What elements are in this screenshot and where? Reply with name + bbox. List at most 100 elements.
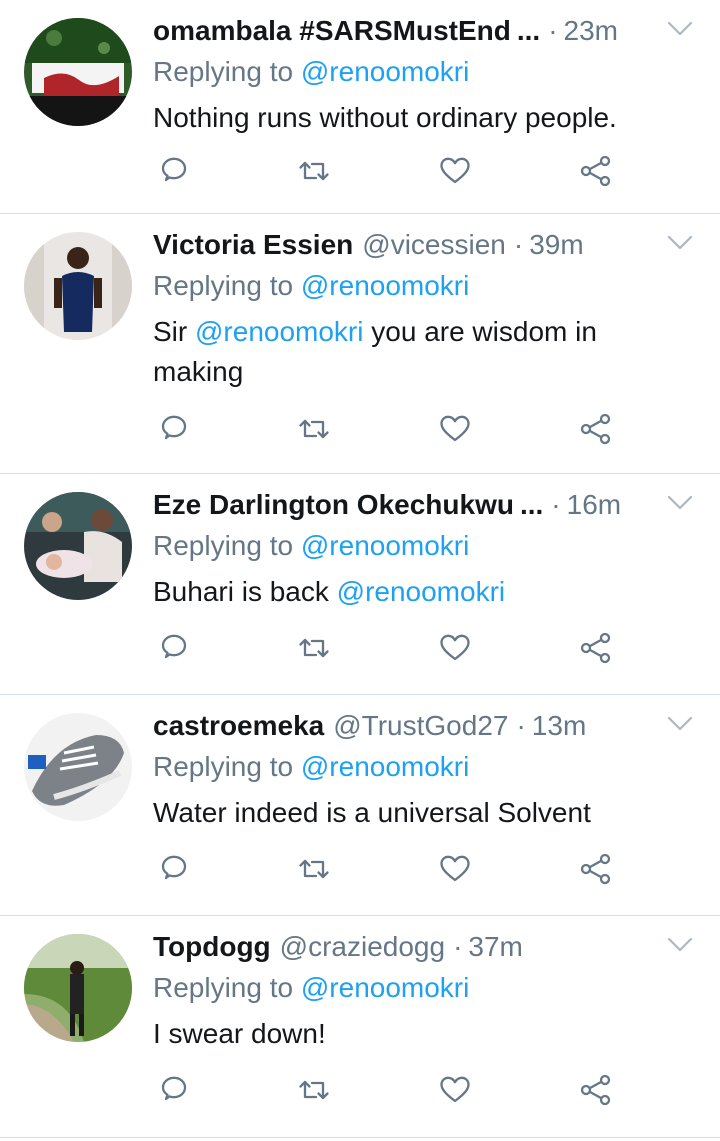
tweet-text: I swear down! — [153, 1014, 660, 1054]
name-truncation: ... — [519, 489, 544, 520]
replying-to-label: Replying to — [153, 972, 294, 1003]
display-name[interactable]: Topdogg — [153, 928, 271, 966]
reply-icon — [161, 415, 187, 440]
retweet-button[interactable] — [296, 851, 332, 887]
tweet-actions — [156, 630, 626, 670]
tweet[interactable]: castroemeka @TrustGod27 · 13m Replying t… — [0, 695, 720, 916]
tweet[interactable]: Eze Darlington Okechukwu ... · 16m Reply… — [0, 474, 720, 695]
share-icon — [580, 413, 611, 445]
separator-dot: · — [516, 710, 526, 741]
heart-icon — [440, 855, 470, 882]
tweet-header: omambala #SARSMustEnd ... · 23m — [153, 12, 650, 50]
retweet-button[interactable] — [296, 630, 332, 666]
tweet-text-content: I swear down! — [153, 1018, 326, 1049]
timestamp[interactable]: 39m — [529, 226, 583, 264]
avatar-image — [24, 492, 132, 600]
reply-icon — [161, 157, 187, 182]
replying-to-mention[interactable]: @renoomokri — [301, 972, 469, 1003]
replying-to: Replying to @renoomokri — [153, 529, 469, 563]
share-button[interactable] — [578, 1072, 614, 1108]
share-icon — [580, 632, 611, 664]
replying-to-label: Replying to — [153, 270, 294, 301]
share-icon — [580, 1074, 611, 1106]
timestamp[interactable]: 37m — [468, 928, 522, 966]
chevron-down-icon[interactable] — [667, 494, 693, 512]
share-button[interactable] — [578, 153, 614, 189]
heart-icon — [440, 157, 470, 184]
retweet-icon — [299, 1080, 329, 1100]
text-mention[interactable]: @renoomokri — [337, 576, 505, 607]
tweet-text: Nothing runs without ordinary people. — [153, 98, 660, 138]
heart-icon — [440, 634, 470, 661]
chevron-down-icon[interactable] — [667, 715, 693, 733]
share-button[interactable] — [578, 851, 614, 887]
separator-dot: · — [453, 931, 463, 962]
user-handle[interactable]: @TrustGod27 — [333, 707, 508, 745]
display-name[interactable]: Victoria Essien — [153, 226, 353, 264]
chevron-down-icon[interactable] — [667, 234, 693, 252]
avatar[interactable] — [24, 232, 132, 340]
replying-to: Replying to @renoomokri — [153, 971, 469, 1005]
separator-dot: · — [551, 489, 561, 520]
like-button[interactable] — [437, 851, 473, 887]
share-icon — [580, 155, 611, 187]
display-name[interactable]: Eze Darlington Okechukwu — [153, 486, 514, 524]
display-name[interactable]: castroemeka — [153, 707, 324, 745]
timestamp[interactable]: 23m — [564, 12, 618, 50]
like-button[interactable] — [437, 411, 473, 447]
share-button[interactable] — [578, 411, 614, 447]
tweet-text-content: Water indeed is a universal Solvent — [153, 797, 591, 828]
user-handle[interactable]: @vicessien — [362, 226, 506, 264]
like-button[interactable] — [437, 153, 473, 189]
avatar-image — [24, 232, 132, 340]
retweet-button[interactable] — [296, 411, 332, 447]
share-icon — [580, 853, 611, 885]
reply-button[interactable] — [156, 153, 192, 189]
tweet-text: Buhari is back @renoomokri — [153, 572, 660, 612]
tweet-text-content: Nothing runs without ordinary people. — [153, 102, 617, 133]
tweet-header: Topdogg @craziedogg · 37m — [153, 928, 650, 966]
retweet-icon — [299, 859, 329, 879]
replying-to-label: Replying to — [153, 751, 294, 782]
avatar[interactable] — [24, 934, 132, 1042]
tweet-text: Water indeed is a universal Solvent — [153, 793, 660, 833]
chevron-down-icon[interactable] — [667, 20, 693, 38]
reply-button[interactable] — [156, 630, 192, 666]
chevron-down-icon[interactable] — [667, 936, 693, 954]
tweet-header: Victoria Essien @vicessien · 39m — [153, 226, 650, 264]
share-button[interactable] — [578, 630, 614, 666]
replying-to-mention[interactable]: @renoomokri — [301, 530, 469, 561]
reply-button[interactable] — [156, 1072, 192, 1108]
like-button[interactable] — [437, 630, 473, 666]
timestamp[interactable]: 16m — [567, 486, 621, 524]
tweet[interactable]: Topdogg @craziedogg · 37m Replying to @r… — [0, 916, 720, 1138]
retweet-icon — [299, 419, 329, 439]
avatar[interactable] — [24, 18, 132, 126]
reply-button[interactable] — [156, 851, 192, 887]
display-name[interactable]: omambala #SARSMustEnd — [153, 12, 511, 50]
tweet-actions — [156, 851, 626, 891]
avatar-image — [24, 713, 132, 821]
replying-to-mention[interactable]: @renoomokri — [301, 751, 469, 782]
like-button[interactable] — [437, 1072, 473, 1108]
timestamp[interactable]: 13m — [532, 707, 586, 745]
heart-icon — [440, 1076, 470, 1103]
reply-icon — [161, 1076, 187, 1101]
separator-dot: · — [548, 15, 558, 46]
replying-to-mention[interactable]: @renoomokri — [301, 56, 469, 87]
retweet-button[interactable] — [296, 153, 332, 189]
replying-to-mention[interactable]: @renoomokri — [301, 270, 469, 301]
text-mention[interactable]: @renoomokri — [195, 316, 363, 347]
replying-to: Replying to @renoomokri — [153, 750, 469, 784]
user-handle[interactable]: @craziedogg — [280, 928, 445, 966]
avatar[interactable] — [24, 492, 132, 600]
tweet[interactable]: Victoria Essien @vicessien · 39m Replyin… — [0, 214, 720, 474]
reply-button[interactable] — [156, 411, 192, 447]
tweet-header: Eze Darlington Okechukwu ... · 16m — [153, 486, 650, 524]
tweet[interactable]: omambala #SARSMustEnd ... · 23m Replying… — [0, 0, 720, 214]
avatar[interactable] — [24, 713, 132, 821]
retweet-icon — [299, 161, 329, 181]
avatar-image — [24, 18, 132, 126]
tweet-text-content: Buhari is back — [153, 576, 337, 607]
retweet-button[interactable] — [296, 1072, 332, 1108]
